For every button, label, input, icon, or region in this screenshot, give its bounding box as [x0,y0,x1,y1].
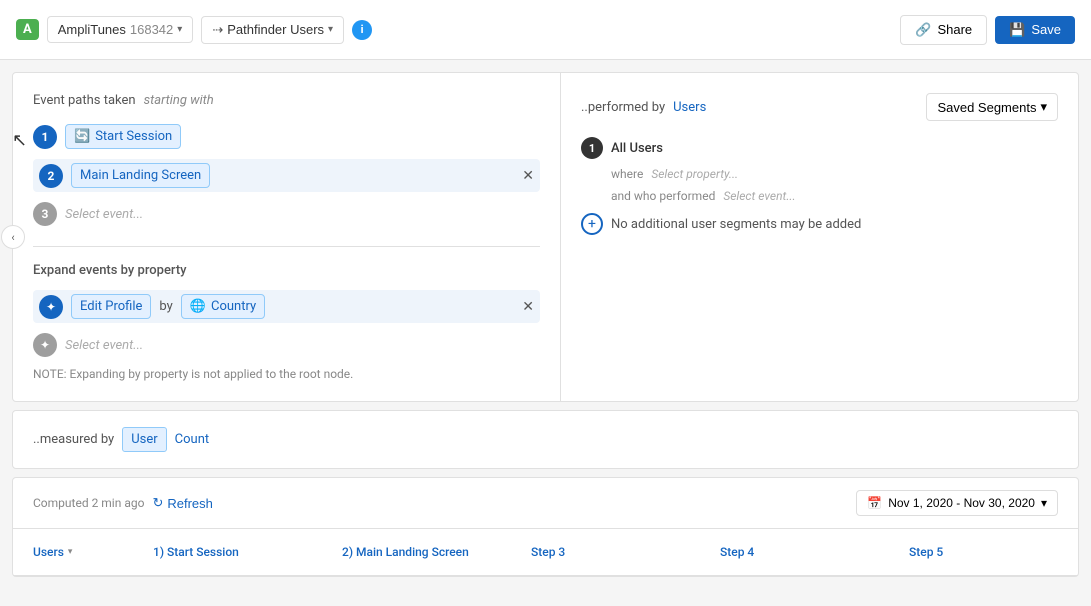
collapse-arrow[interactable]: ‹ [1,225,25,249]
nav-right-actions: 🔗 Share 💾 Save [900,15,1075,45]
top-navigation: A AmpliTunes 168342 ▾ ⇢ Pathfinder Users… [0,0,1091,60]
event-row-3: 3 Select event... [33,202,540,226]
col-label-0: Users [33,545,64,559]
performed-header: ..performed by Users Saved Segments ▾ [581,93,1058,121]
segment-name: All Users [611,141,663,156]
table-header-col-0[interactable]: Users ▾ [13,539,133,565]
event-tag-2[interactable]: Main Landing Screen [71,163,210,188]
table-header-col-1[interactable]: 1) Start Session [133,539,322,565]
pathfinder-dropdown[interactable]: ⇢ Pathfinder Users ▾ [201,16,344,44]
measured-label: ..measured by [33,432,114,447]
app-selector-dropdown[interactable]: AmpliTunes 168342 ▾ [47,16,194,43]
event-row-1: 1 🔄 Start Session [33,124,540,149]
table-header: Users ▾ 1) Start Session 2) Main Landing Sc… [13,529,1078,576]
bottom-panel: Computed 2 min ago ↻ Refresh 📅 Nov 1, 20… [12,477,1079,577]
no-segments-text: No additional user segments may be added [611,217,861,232]
event-number-3: 3 [33,202,57,226]
app-name: AmpliTunes [58,22,126,37]
by-label: by [159,299,172,314]
refresh-button[interactable]: ↻ Refresh [152,495,212,511]
event-list: 1 🔄 Start Session 2 Main Landing Screen … [33,124,540,226]
event-number-2: 2 [39,164,63,188]
expand-row-placeholder: ✦ Select event... [33,333,540,357]
measured-panel: ..measured by User Count [12,410,1079,469]
saved-segments-chevron: ▾ [1040,99,1047,115]
remove-expand-1-button[interactable]: ✕ [522,298,534,315]
event-tag-1[interactable]: 🔄 Start Session [65,124,181,149]
computed-text: Computed 2 min ago [33,496,144,510]
date-range-button[interactable]: 📅 Nov 1, 2020 - Nov 30, 2020 ▾ [856,490,1058,516]
segment-number-1: 1 [581,137,603,159]
country-tag[interactable]: 🌐 Country [181,294,265,319]
share-button[interactable]: 🔗 Share [900,15,987,45]
date-range-chevron: ▾ [1041,496,1047,510]
col-chevron-0: ▾ [68,547,73,557]
col-label-1: 1) Start Session [153,545,239,559]
edit-profile-tag[interactable]: Edit Profile [71,294,151,319]
globe-icon: 🌐 [190,299,206,314]
expand-star-icon-1: ✦ [39,295,63,319]
event-number-1: 1 [33,125,57,149]
right-column: ..performed by Users Saved Segments ▾ 1 … [561,73,1078,401]
user-segment-1: 1 All Users where Select property... and… [581,137,1058,203]
saved-segments-button[interactable]: Saved Segments ▾ [926,93,1058,121]
link-icon: 🔗 [915,22,931,38]
expand-title: Expand events by property [33,263,540,278]
count-button[interactable]: Count [175,432,209,447]
user-button[interactable]: User [122,427,166,452]
where-label: where [611,167,643,181]
expand-row-1: ✦ Edit Profile by 🌐 Country ✕ [33,290,540,323]
info-icon[interactable]: i [352,20,372,40]
remove-event-2-button[interactable]: ✕ [522,167,534,184]
select-property-placeholder[interactable]: Select property... [651,167,738,181]
where-row: where Select property... [611,167,1058,181]
pathfinder-label: Pathfinder Users [227,22,324,37]
bottom-header: Computed 2 min ago ↻ Refresh 📅 Nov 1, 20… [13,478,1078,529]
table-header-col-3[interactable]: Step 3 [511,539,700,565]
divider-1 [33,246,540,247]
segment-row-1: 1 All Users [581,137,1058,159]
refresh-icon: ↻ [152,495,163,511]
date-range-label: Nov 1, 2020 - Nov 30, 2020 [888,496,1035,510]
save-icon: 💾 [1009,22,1025,38]
main-content: ‹ Event paths taken starting with 1 🔄 St… [0,72,1091,577]
add-segment-row: + No additional user segments may be add… [581,213,1058,235]
col-label-5: Step 5 [909,545,943,559]
expand-star-icon-placeholder: ✦ [33,333,57,357]
app-badge: A [16,19,39,40]
table-header-col-5[interactable]: Step 5 [889,539,1078,565]
event-row-2: 2 Main Landing Screen ✕ [33,159,540,192]
left-column: Event paths taken starting with 1 🔄 Star… [13,73,561,401]
pathfinder-chevron: ▾ [328,24,333,35]
top-panel: ‹ Event paths taken starting with 1 🔄 St… [12,72,1079,402]
event-paths-title: Event paths taken starting with [33,93,540,108]
app-id: 168342 [130,22,173,37]
select-event-placeholder[interactable]: Select event... [723,189,795,203]
col-label-3: Step 3 [531,545,565,559]
expand-note: NOTE: Expanding by property is not appli… [33,367,540,381]
start-session-icon: 🔄 [74,129,90,144]
calendar-icon: 📅 [867,496,882,510]
add-segment-button[interactable]: + [581,213,603,235]
and-who-row: and who performed Select event... [611,189,1058,203]
table-header-col-2[interactable]: 2) Main Landing Screen [322,539,511,565]
col-label-4: Step 4 [720,545,754,559]
save-button[interactable]: 💾 Save [995,16,1075,44]
pathfinder-icon: ⇢ [212,22,223,38]
table-header-col-4[interactable]: Step 4 [700,539,889,565]
and-who-label: and who performed [611,189,715,203]
users-link[interactable]: Users [673,100,706,115]
col-label-2: 2) Main Landing Screen [342,545,469,559]
performed-label: ..performed by [581,100,665,115]
app-dropdown-chevron: ▾ [177,24,182,35]
